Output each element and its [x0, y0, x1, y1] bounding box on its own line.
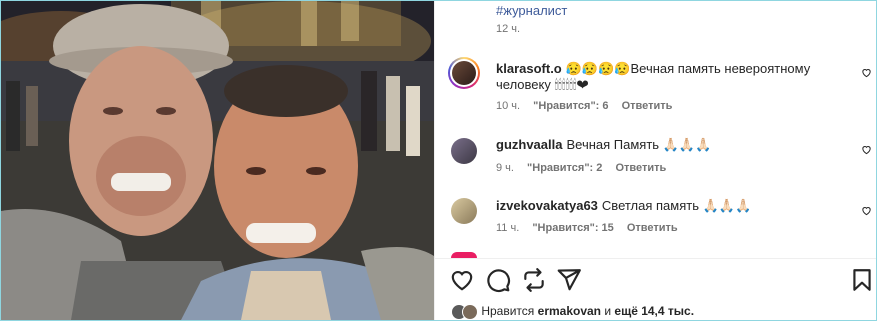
bookmark-icon[interactable] [849, 267, 875, 293]
post-time: 12 ч. [496, 23, 521, 35]
likes-summary: Нравится ermakovan и ещё 14,4 тыс. [451, 304, 694, 320]
liker-username[interactable]: ermakovan [538, 304, 601, 318]
reply-button[interactable]: Ответить [622, 100, 673, 112]
comments-panel: #журналист 12 ч. klarasoft.o 😥😥😥😥Вечная п… [434, 1, 876, 320]
comment-text: guzhvaalla Вечная Память 🙏🏻🙏🏻🙏🏻 [496, 137, 851, 153]
comment-likes[interactable]: "Нравится": 6 [533, 100, 608, 112]
comment-text: izvekovakatya63 Светлая память 🙏🏻🙏🏻🙏🏻 [496, 198, 851, 214]
divider [435, 258, 876, 259]
heart-icon[interactable] [861, 144, 872, 155]
comment-likes[interactable]: "Нравится": 15 [532, 222, 613, 234]
comment-username[interactable]: izvekovakatya63 [496, 198, 598, 213]
comment-username[interactable]: klarasoft.o [496, 61, 562, 76]
comment-meta: 11 ч. "Нравится": 15 Ответить [496, 222, 688, 234]
comment-time[interactable]: 10 ч. [496, 100, 520, 112]
heart-icon[interactable] [861, 205, 872, 216]
likes-count[interactable]: ещё 14,4 тыс. [614, 304, 694, 318]
comment-meta: 9 ч. "Нравится": 2 Ответить [496, 162, 676, 174]
comment-meta: 10 ч. "Нравится": 6 Ответить [496, 100, 682, 112]
avatar-image [451, 198, 477, 224]
story-ring-avatar[interactable] [448, 57, 480, 89]
reply-button[interactable]: Ответить [615, 162, 666, 174]
comment-body: Светлая память 🙏🏻🙏🏻🙏🏻 [601, 198, 752, 213]
post-photo[interactable] [1, 1, 434, 320]
comment-username[interactable]: guzhvaalla [496, 137, 562, 152]
post-actions [435, 267, 876, 295]
comment-time[interactable]: 9 ч. [496, 162, 514, 174]
comment-likes[interactable]: "Нравится": 2 [527, 162, 602, 174]
likes-prefix: Нравится [481, 304, 535, 319]
comment-text: klarasoft.o 😥😥😥😥Вечная память невероятном… [496, 61, 851, 93]
avatar-image [452, 61, 476, 85]
hashtag-link[interactable]: #журналист [496, 3, 567, 18]
comment-body: Вечная Память 🙏🏻🙏🏻🙏🏻 [566, 137, 712, 152]
share-icon[interactable] [556, 267, 582, 293]
avatar[interactable] [451, 198, 477, 224]
instagram-post-window: #журналист 12 ч. klarasoft.o 😥😥😥😥Вечная п… [0, 0, 877, 321]
reply-button[interactable]: Ответить [627, 222, 678, 234]
repost-icon[interactable] [521, 267, 547, 293]
avatar[interactable] [451, 138, 477, 164]
avatar-image [451, 138, 477, 164]
comment-time[interactable]: 11 ч. [496, 222, 519, 234]
heart-icon[interactable] [449, 267, 475, 293]
comment-icon[interactable] [485, 267, 511, 293]
likes-middle: и [604, 304, 612, 319]
heart-icon[interactable] [861, 67, 872, 78]
liker-avatar [462, 304, 478, 320]
photo-illustration [1, 1, 434, 320]
